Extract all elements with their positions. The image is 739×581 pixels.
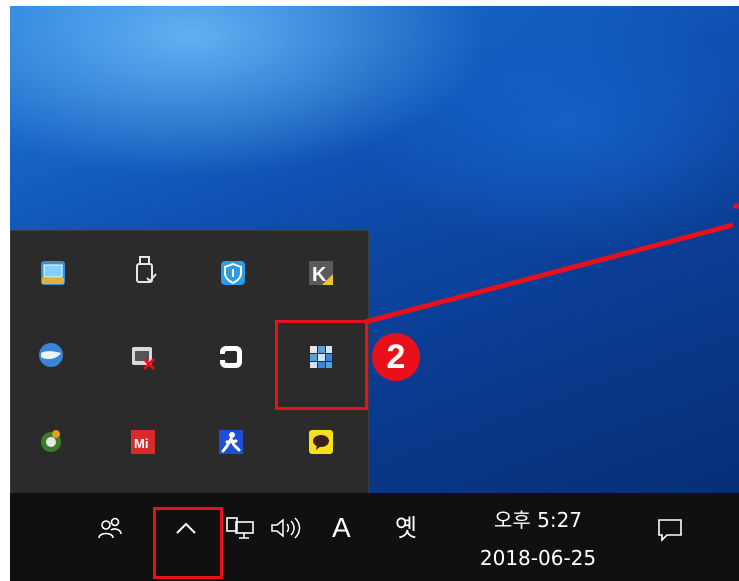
step-number-badge: 2	[372, 333, 420, 381]
callout-line	[364, 203, 739, 325]
highlight-tray-icon	[275, 320, 368, 410]
highlight-chevron-button	[153, 507, 223, 579]
